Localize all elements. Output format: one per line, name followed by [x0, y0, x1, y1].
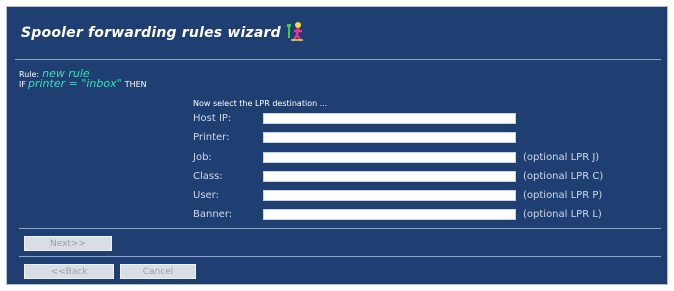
host-ip-input[interactable] — [263, 112, 516, 124]
user-input[interactable] — [263, 189, 516, 201]
job-row: Job: (optional LPR J) — [193, 150, 599, 164]
back-button[interactable]: <<Back — [24, 264, 114, 279]
banner-label: Banner: — [193, 208, 233, 220]
rule-condition-row: IF printer = "inbox" THEN — [19, 77, 147, 90]
printer-label: Printer: — [193, 131, 230, 143]
class-row: Class: (optional LPR C) — [193, 169, 603, 183]
printer-row: Printer: — [193, 130, 523, 144]
rule-condition-suffix: THEN — [124, 80, 147, 89]
form-instruction: Now select the LPR destination ... — [193, 99, 328, 108]
jumping-figure-logo-icon — [286, 22, 303, 42]
user-label: User: — [193, 189, 219, 201]
banner-hint: (optional LPR L) — [523, 208, 602, 220]
button-divider — [19, 256, 661, 257]
wizard-title: Spooler forwarding rules wizard — [21, 25, 281, 41]
printer-input[interactable] — [263, 131, 516, 143]
rule-condition: printer = "inbox" — [27, 77, 122, 90]
title-row: Spooler forwarding rules wizard — [21, 21, 307, 45]
job-label: Job: — [193, 151, 212, 163]
rule-condition-prefix: IF — [19, 80, 26, 89]
host-ip-row: Host IP: — [193, 111, 523, 125]
next-button[interactable]: Next>> — [24, 236, 112, 251]
class-hint: (optional LPR C) — [523, 170, 604, 182]
banner-input[interactable] — [263, 208, 516, 220]
wizard-panel: Spooler forwarding rules wizard Rule: new… — [6, 6, 668, 285]
host-ip-label: Host IP: — [193, 112, 232, 124]
job-hint: (optional LPR J) — [523, 151, 600, 163]
banner-row: Banner: (optional LPR L) — [193, 207, 602, 221]
cancel-button[interactable]: Cancel — [120, 264, 196, 279]
job-input[interactable] — [263, 151, 516, 163]
header-divider — [15, 59, 661, 60]
class-label: Class: — [193, 170, 223, 182]
user-row: User: (optional LPR P) — [193, 188, 602, 202]
class-input[interactable] — [263, 170, 516, 182]
form-divider — [19, 228, 661, 229]
user-hint: (optional LPR P) — [523, 189, 603, 201]
